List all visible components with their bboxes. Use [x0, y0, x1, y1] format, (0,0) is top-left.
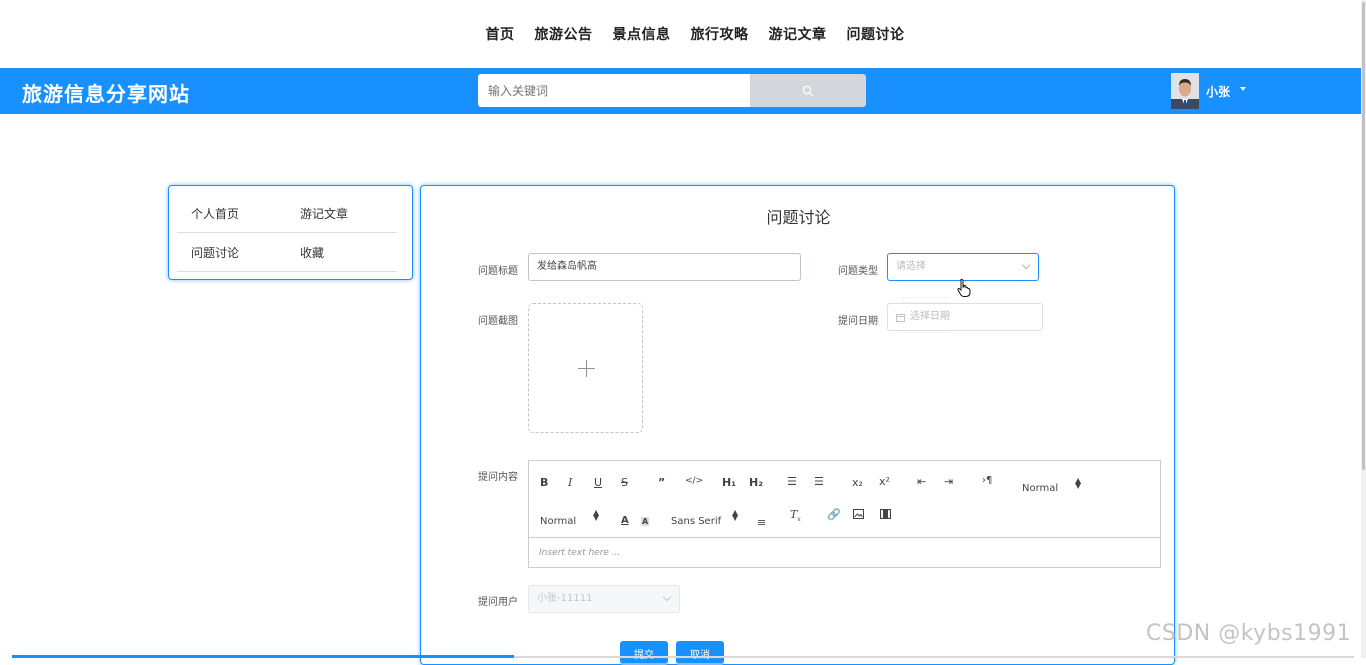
header2-icon[interactable]: H₂ — [749, 476, 763, 489]
link-icon[interactable]: 🔗 — [827, 508, 841, 521]
header-select[interactable]: Normal — [1022, 483, 1058, 494]
bullet-list-icon[interactable]: ☰ — [814, 475, 824, 488]
select-arrows-icon: ▲ ▼ — [1075, 476, 1082, 490]
nav-guides[interactable]: 旅行攻略 — [691, 24, 749, 44]
ordered-list-icon[interactable]: ☰ — [787, 475, 797, 488]
clear-format-icon[interactable]: Tx — [790, 508, 801, 523]
code-block-icon[interactable]: </> — [685, 476, 703, 486]
outdent-icon[interactable]: ⇤ — [917, 475, 926, 488]
user-label: 提问用户 — [478, 597, 518, 608]
sidebar-item-favorites[interactable]: 收藏 — [300, 244, 324, 261]
size-select[interactable]: Normal — [540, 516, 576, 527]
editor-toolbar: B I U S ” </> H₁ H₂ ☰ ☰ x₂ x² ⇤ ⇥ ›¶ Nor… — [529, 461, 1160, 538]
nav-attractions[interactable]: 景点信息 — [613, 24, 671, 44]
background-color-icon[interactable]: A — [641, 517, 650, 526]
site-title[interactable]: 旅游信息分享网站 — [22, 78, 190, 107]
discussion-form-card: 问题讨论 问题标题 发给森岛帆高 问题类型 请选择 问题截图 提问日期 选择日期… — [420, 185, 1175, 665]
user-photo — [1171, 73, 1199, 109]
top-nav: 首页 旅游公告 景点信息 旅行攻略 游记文章 问题讨论 — [0, 0, 1366, 68]
select-arrows-icon: ▲ ▼ — [593, 508, 600, 522]
plus-icon — [586, 360, 587, 377]
sidebar-item-profile[interactable]: 个人首页 — [191, 205, 239, 222]
caret-down-icon[interactable] — [1240, 87, 1246, 91]
scrollbar-thumb[interactable] — [1362, 2, 1365, 470]
strike-icon[interactable]: S — [621, 476, 628, 489]
user-select-disabled: 小张-11111 — [528, 585, 680, 613]
date-picker[interactable]: 选择日期 — [887, 303, 1043, 331]
calendar-icon — [896, 314, 905, 322]
italic-icon[interactable]: I — [568, 476, 572, 489]
font-color-icon[interactable]: A — [621, 515, 629, 526]
question-title-input[interactable]: 发给森岛帆高 — [528, 253, 801, 281]
question-type-label: 问题类型 — [838, 266, 878, 277]
chevron-down-icon — [1021, 260, 1031, 270]
search-button[interactable] — [750, 74, 866, 107]
image-icon[interactable] — [853, 509, 864, 519]
cancel-button[interactable]: 取消 — [676, 641, 724, 665]
user-value: 小张-11111 — [537, 593, 593, 604]
page-title: 问题讨论 — [766, 208, 831, 227]
hand-cursor-icon — [957, 278, 971, 297]
question-title-label: 问题标题 — [478, 266, 518, 277]
chevron-down-icon — [662, 592, 672, 602]
text-direction-icon[interactable]: ›¶ — [982, 475, 992, 486]
question-type-select[interactable]: 请选择 — [887, 253, 1039, 281]
editor-content-area[interactable]: Insert text here ... — [539, 548, 620, 558]
divider — [177, 271, 397, 272]
bold-icon[interactable]: B — [540, 476, 548, 489]
question-type-placeholder: 请选择 — [896, 261, 926, 272]
nav-travelogues[interactable]: 游记文章 — [769, 24, 827, 44]
nav-announcements[interactable]: 旅游公告 — [535, 24, 593, 44]
search-input[interactable] — [478, 74, 750, 107]
divider — [177, 232, 397, 233]
rich-text-editor: B I U S ” </> H₁ H₂ ☰ ☰ x₂ x² ⇤ ⇥ ›¶ Nor… — [528, 460, 1161, 568]
content-label: 提问内容 — [478, 472, 518, 483]
search-icon — [802, 85, 814, 96]
header-bar: 旅游信息分享网站 小张 — [0, 68, 1366, 114]
date-label: 提问日期 — [838, 316, 878, 327]
watermark: CSDN @kybs1991 — [1146, 621, 1352, 646]
superscript-icon[interactable]: x² — [879, 475, 890, 488]
header1-icon[interactable]: H₁ — [722, 476, 736, 489]
nav-home[interactable]: 首页 — [486, 24, 515, 44]
video-icon[interactable] — [880, 509, 891, 519]
submit-button[interactable]: 提交 — [620, 641, 668, 665]
avatar[interactable] — [1171, 73, 1199, 109]
font-select[interactable]: Sans Serif — [671, 516, 721, 527]
sidebar-item-discussion[interactable]: 问题讨论 — [191, 244, 239, 261]
underline-icon[interactable]: U — [594, 476, 602, 489]
align-icon[interactable]: ≡ — [757, 516, 766, 529]
image-upload-box[interactable] — [528, 303, 643, 433]
screenshot-label: 问题截图 — [478, 316, 518, 327]
sidebar-item-travelogues[interactable]: 游记文章 — [300, 205, 348, 222]
nav-discussion[interactable]: 问题讨论 — [847, 24, 905, 44]
select-arrows-icon: ▲ ▼ — [732, 508, 739, 522]
subscript-icon[interactable]: x₂ — [852, 476, 863, 489]
blockquote-icon[interactable]: ” — [658, 476, 665, 489]
indent-icon[interactable]: ⇥ — [944, 475, 953, 488]
date-placeholder: 选择日期 — [910, 311, 950, 322]
user-name[interactable]: 小张 — [1206, 83, 1230, 100]
sidebar-menu: 个人首页 游记文章 问题讨论 收藏 — [168, 185, 413, 280]
